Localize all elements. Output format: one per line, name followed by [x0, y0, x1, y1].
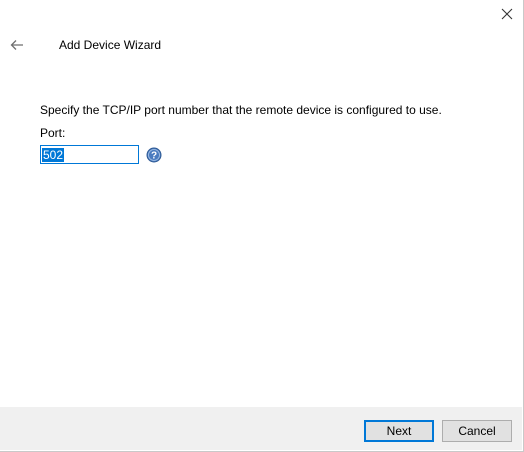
port-input[interactable]: 502 — [40, 145, 139, 164]
port-label: Port: — [40, 126, 66, 140]
help-icon[interactable]: ? — [146, 147, 162, 163]
wizard-title: Add Device Wizard — [59, 38, 162, 52]
back-arrow-icon — [10, 40, 23, 50]
button-bar: Next Cancel — [0, 407, 522, 450]
wizard-window: Add Device Wizard Specify the TCP/IP por… — [0, 0, 524, 452]
close-button[interactable] — [497, 4, 517, 24]
cancel-button[interactable]: Cancel — [442, 420, 512, 442]
port-value: 502 — [42, 148, 65, 162]
next-button[interactable]: Next — [364, 420, 434, 442]
instruction-text: Specify the TCP/IP port number that the … — [40, 103, 442, 117]
close-icon — [501, 8, 513, 20]
back-button[interactable] — [8, 36, 26, 54]
svg-text:?: ? — [151, 151, 157, 162]
